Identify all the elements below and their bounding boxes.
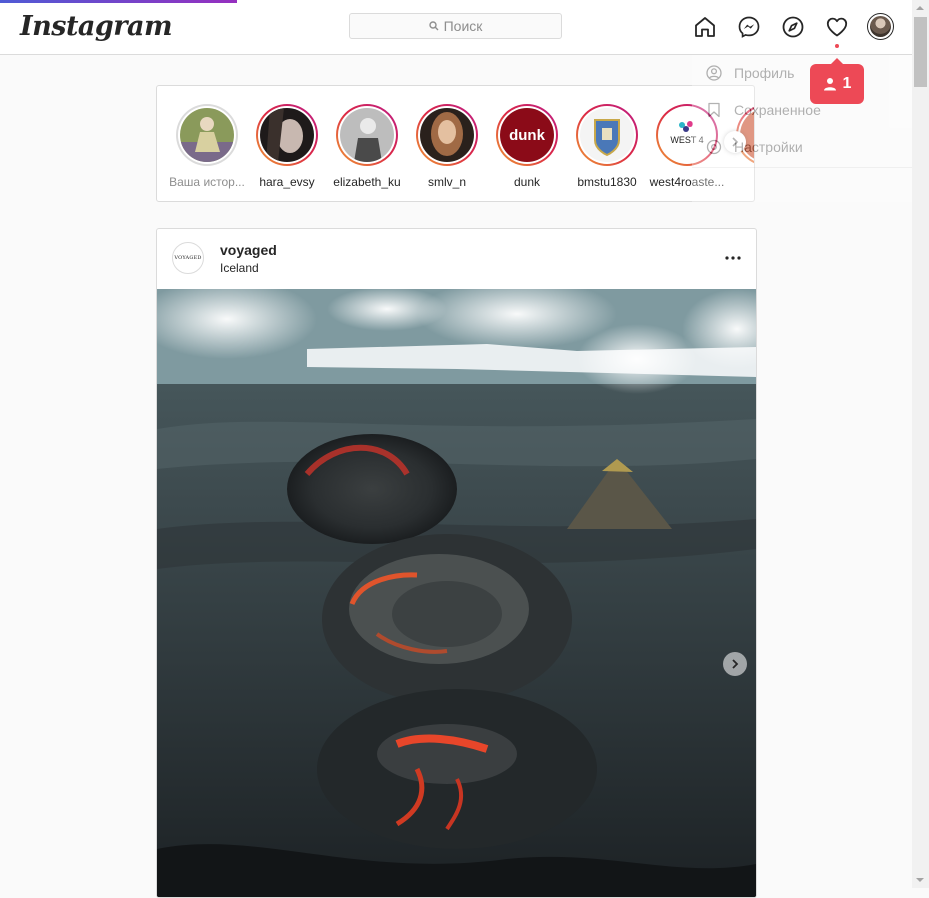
search-input[interactable]: Поиск	[349, 13, 562, 39]
feed-post: VOYAGED voyaged Iceland	[156, 228, 757, 898]
story-avatar: dunk	[500, 108, 554, 162]
settings-icon	[706, 139, 722, 154]
scroll-thumb[interactable]	[914, 17, 927, 87]
post-avatar-text: VOYAGED	[174, 255, 202, 261]
profile-dropdown-menu: Профиль Сохраненное Настройки	[692, 54, 912, 202]
dropdown-item-profile[interactable]: Профиль	[692, 54, 912, 91]
story-item[interactable]: bmstu1830	[567, 104, 647, 189]
chevron-right-icon	[732, 659, 739, 669]
person-icon	[823, 78, 836, 91]
profile-icon	[706, 64, 722, 81]
story-avatar	[420, 108, 474, 162]
story-username: smlv_n	[427, 175, 466, 189]
follower-notification-bubble[interactable]: 1	[810, 58, 864, 104]
story-item[interactable]: hara_evsy	[247, 104, 327, 189]
story-username: bmstu1830	[577, 175, 637, 189]
avatar-image	[870, 16, 891, 37]
story-avatar	[580, 108, 634, 162]
loading-progress-bar	[0, 0, 237, 3]
scroll-up-arrow[interactable]	[916, 6, 924, 10]
story-username: hara_evsy	[259, 175, 315, 189]
story-username: Ваша истор...	[169, 175, 245, 189]
messenger-icon[interactable]	[736, 14, 762, 40]
explore-icon[interactable]	[780, 14, 806, 40]
dropdown-label-profile: Профиль	[734, 64, 795, 81]
more-options-icon[interactable]	[722, 247, 744, 269]
page-scrollbar[interactable]	[912, 0, 929, 888]
post-location[interactable]: Iceland	[220, 261, 259, 275]
profile-avatar[interactable]	[867, 13, 894, 40]
story-username: dunk	[513, 175, 541, 189]
story-avatar	[260, 108, 314, 162]
carousel-next-button[interactable]	[723, 652, 747, 676]
search-placeholder: Поиск	[443, 18, 483, 34]
home-icon[interactable]	[692, 14, 718, 40]
dropdown-item-saved[interactable]: Сохраненное	[692, 91, 912, 128]
story-avatar	[340, 108, 394, 162]
scroll-down-arrow[interactable]	[916, 878, 924, 882]
dropdown-label-settings: Настройки	[734, 138, 803, 155]
activity-indicator-dot	[835, 44, 839, 48]
post-author-avatar[interactable]: VOYAGED	[172, 242, 204, 274]
story-avatar	[180, 108, 234, 162]
stories-tray: Ваша истор... hara_evsy elizabeth_ku sml…	[156, 85, 755, 202]
top-navigation-bar: Instagram Поиск	[0, 0, 912, 55]
post-image[interactable]	[157, 289, 756, 897]
story-item[interactable]: dunk dunk	[487, 104, 567, 189]
notification-count: 1	[842, 75, 852, 92]
dunk-logo-text: dunk	[509, 127, 545, 144]
dropdown-divider	[692, 167, 912, 168]
heart-icon[interactable]	[824, 14, 850, 40]
dropdown-label-saved: Сохраненное	[734, 101, 821, 118]
search-icon	[428, 21, 439, 31]
post-header: VOYAGED voyaged Iceland	[157, 229, 756, 289]
story-ring	[176, 104, 238, 166]
story-item[interactable]: smlv_n	[407, 104, 487, 189]
dropdown-item-settings[interactable]: Настройки	[692, 128, 912, 165]
story-item-own[interactable]: Ваша истор...	[167, 104, 247, 189]
story-item[interactable]: elizabeth_ku	[327, 104, 407, 189]
story-username: elizabeth_ku	[333, 175, 401, 189]
post-username[interactable]: voyaged	[220, 242, 277, 258]
bookmark-icon	[708, 102, 720, 117]
instagram-logo[interactable]: Instagram	[20, 11, 173, 42]
